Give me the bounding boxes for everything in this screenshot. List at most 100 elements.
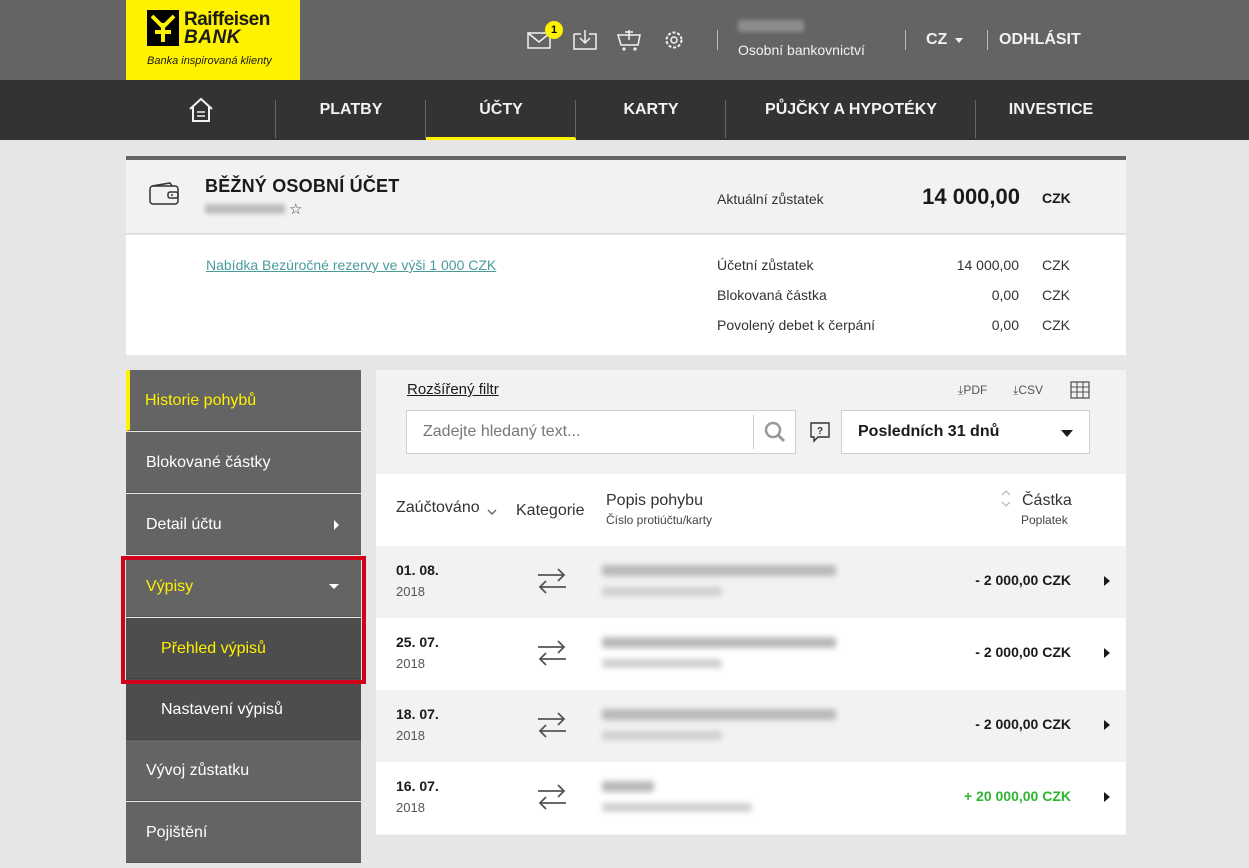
banking-type-label: Osobní bankovnictví bbox=[738, 42, 865, 58]
gear-icon[interactable] bbox=[661, 28, 689, 52]
search-box bbox=[406, 410, 796, 454]
sort-chevron-down-icon[interactable] bbox=[486, 506, 498, 525]
header-divider bbox=[987, 30, 988, 50]
row-description-blurred bbox=[602, 709, 836, 720]
transfer-arrows-icon bbox=[536, 782, 568, 817]
accounting-balance-label: Účetní zůstatek bbox=[717, 257, 814, 273]
current-balance-label: Aktuální zůstatek bbox=[717, 191, 824, 207]
nav-investice[interactable]: INVESTICE bbox=[976, 80, 1126, 140]
row-amount: - 2 000,00 CZK bbox=[975, 644, 1071, 660]
favorite-star-icon[interactable]: ☆ bbox=[289, 200, 302, 218]
nav-divider bbox=[975, 100, 976, 138]
row-year: 2018 bbox=[396, 728, 425, 743]
row-description-blurred bbox=[602, 637, 836, 648]
table-row[interactable]: 25. 07. 2018 - 2 000,00 CZK bbox=[376, 618, 1126, 690]
account-number-blurred bbox=[205, 204, 285, 214]
row-year: 2018 bbox=[396, 656, 425, 671]
nav-pujcky-hypoteky[interactable]: PŮJČKY A HYPOTÉKY bbox=[726, 80, 976, 140]
sidebar-item-detail-uctu[interactable]: Detail účtu bbox=[126, 494, 361, 555]
period-select-value: Posledních 31 dnů bbox=[858, 423, 1000, 440]
reserve-offer-link[interactable]: Nabídka Bezúročné rezervy ve výši 1 000 … bbox=[206, 257, 496, 273]
sort-updown-icon[interactable] bbox=[1000, 488, 1012, 515]
nav-ucty[interactable]: ÚČTY bbox=[426, 80, 576, 140]
overdraft-currency: CZK bbox=[1042, 317, 1070, 333]
column-subheader-counter-account: Číslo protiúčtu/karty bbox=[606, 513, 713, 527]
grid-view-icon[interactable] bbox=[1070, 381, 1090, 404]
row-amount: - 2 000,00 CZK bbox=[975, 716, 1071, 732]
language-selector[interactable]: CZ bbox=[926, 31, 947, 49]
column-header-booked[interactable]: Zaúčtováno bbox=[396, 499, 480, 517]
blocked-amount-label: Blokovaná částka bbox=[717, 287, 827, 303]
chevron-down-icon[interactable] bbox=[955, 38, 963, 43]
help-icon[interactable]: ? bbox=[809, 421, 831, 448]
transfer-arrows-icon bbox=[536, 638, 568, 673]
transfer-arrows-icon bbox=[536, 566, 568, 601]
sidebar-item-vyvoj-zustatku[interactable]: Vývoj zůstatku bbox=[126, 740, 361, 801]
current-balance-value: 14 000,00 bbox=[922, 184, 1020, 209]
row-counter-account-blurred bbox=[602, 587, 722, 596]
row-year: 2018 bbox=[396, 800, 425, 815]
nav-divider bbox=[425, 100, 426, 138]
chevron-right-icon[interactable] bbox=[1104, 648, 1110, 658]
sidebar-item-pojisteni[interactable]: Pojištění bbox=[126, 802, 361, 863]
account-title: BĚŽNÝ OSOBNÍ ÚČET bbox=[205, 176, 400, 196]
transfer-arrows-icon bbox=[536, 710, 568, 745]
highlight-box bbox=[121, 556, 366, 684]
search-input[interactable] bbox=[407, 411, 753, 453]
nav-karty[interactable]: KARTY bbox=[576, 80, 726, 140]
blocked-amount-currency: CZK bbox=[1042, 287, 1070, 303]
row-counter-account-blurred bbox=[602, 659, 722, 668]
current-balance-currency: CZK bbox=[1042, 190, 1071, 206]
export-csv-label: CSV bbox=[1018, 383, 1043, 397]
row-year: 2018 bbox=[396, 584, 425, 599]
chevron-right-icon[interactable] bbox=[1104, 720, 1110, 730]
overdraft-value: 0,00 bbox=[991, 317, 1019, 333]
messages-count-badge: 1 bbox=[545, 21, 563, 39]
row-description-blurred bbox=[602, 781, 654, 792]
header-divider bbox=[905, 30, 906, 50]
sidebar-subitem-nastaveni-vypisu[interactable]: Nastavení výpisů bbox=[126, 679, 361, 740]
sidebar-item-label: Detail účtu bbox=[146, 516, 222, 533]
row-date: 16. 07. bbox=[396, 778, 439, 794]
accounting-balance-value: 14 000,00 bbox=[956, 257, 1019, 273]
row-amount: - 2 000,00 CZK bbox=[975, 572, 1071, 588]
nav-divider bbox=[575, 100, 576, 138]
row-counter-account-blurred bbox=[602, 803, 752, 812]
home-icon bbox=[189, 97, 213, 122]
logout-button[interactable]: ODHLÁSIT bbox=[999, 31, 1081, 49]
sidebar-item-blokovane-castky[interactable]: Blokované částky bbox=[126, 432, 361, 493]
table-row[interactable]: 16. 07. 2018 + 20 000,00 CZK bbox=[376, 762, 1126, 834]
row-date: 18. 07. bbox=[396, 706, 439, 722]
svg-text:?: ? bbox=[817, 426, 823, 437]
period-select[interactable]: Posledních 31 dnů bbox=[841, 410, 1090, 454]
nav-divider bbox=[725, 100, 726, 138]
search-button[interactable] bbox=[754, 411, 796, 453]
chevron-right-icon bbox=[334, 520, 339, 530]
search-icon bbox=[764, 421, 786, 443]
row-amount: + 20 000,00 CZK bbox=[963, 788, 1071, 804]
column-header-amount[interactable]: Částka bbox=[1022, 492, 1072, 510]
export-pdf-button[interactable]: ⤓PDF bbox=[958, 383, 987, 398]
table-row[interactable]: 01. 08. 2018 - 2 000,00 CZK bbox=[376, 546, 1126, 618]
chevron-right-icon[interactable] bbox=[1104, 792, 1110, 802]
export-pdf-label: PDF bbox=[963, 383, 988, 397]
header-divider bbox=[717, 30, 718, 50]
user-name-blurred bbox=[738, 20, 804, 32]
sidebar-item-historie-pohybu[interactable]: Historie pohybů bbox=[126, 370, 361, 431]
download-box-icon[interactable] bbox=[572, 28, 600, 52]
main-navigation: PLATBY ÚČTY KARTY PŮJČKY A HYPOTÉKY INVE… bbox=[0, 80, 1249, 140]
brand-name-bank: BANK bbox=[184, 27, 241, 48]
table-row[interactable]: 18. 07. 2018 - 2 000,00 CZK bbox=[376, 690, 1126, 762]
cart-gift-icon[interactable] bbox=[616, 28, 644, 52]
advanced-filter-link[interactable]: Rozšířený filtr bbox=[407, 381, 499, 398]
chevron-right-icon[interactable] bbox=[1104, 576, 1110, 586]
row-date: 25. 07. bbox=[396, 634, 439, 650]
brand-tagline: Banka inspirovaná klienty bbox=[147, 55, 272, 67]
export-csv-button[interactable]: ⤓CSV bbox=[1013, 383, 1043, 398]
row-date: 01. 08. bbox=[396, 562, 439, 578]
column-header-category: Kategorie bbox=[516, 502, 585, 519]
nav-platby[interactable]: PLATBY bbox=[276, 80, 426, 140]
nav-home[interactable] bbox=[126, 80, 276, 140]
nav-divider bbox=[275, 100, 276, 138]
bank-logo[interactable]: Raiffeisen BANK Banka inspirovaná klient… bbox=[126, 0, 300, 80]
